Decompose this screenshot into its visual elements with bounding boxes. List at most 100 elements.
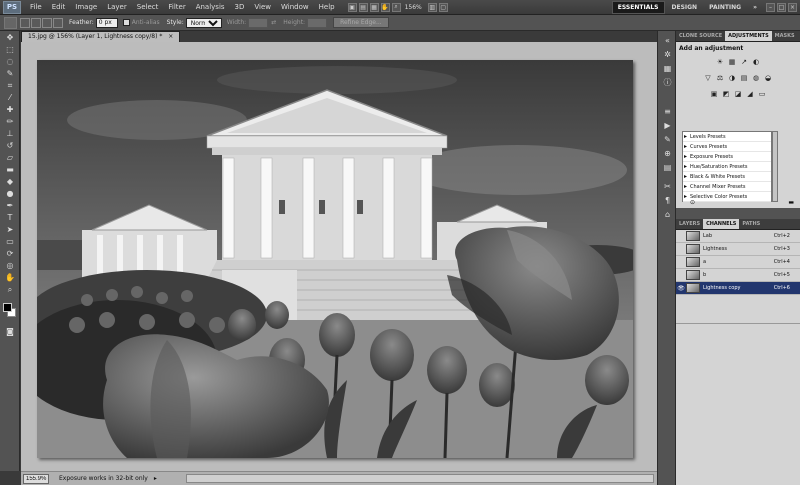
clone-stamp-tool-icon[interactable]: ⊥ [3, 128, 17, 139]
workspace-design[interactable]: DESIGN [667, 2, 703, 13]
preset-black-white[interactable]: Black & White Presets [683, 172, 771, 182]
tab-paths[interactable]: PATHS [739, 219, 763, 229]
exposure-icon[interactable]: ◐ [751, 58, 761, 67]
minimize-button[interactable]: – [766, 3, 775, 12]
crop-tool-icon[interactable]: ⌗ [3, 80, 17, 91]
menu-layer[interactable]: Layer [102, 3, 132, 11]
document-image[interactable] [37, 60, 633, 458]
refine-edge-button[interactable]: Refine Edge... [333, 17, 389, 28]
style-select[interactable]: Normal [185, 17, 222, 28]
character-panel-icon[interactable]: ✂ [661, 181, 674, 192]
view-extras-icon[interactable]: ▦ [369, 2, 379, 12]
eraser-tool-icon[interactable]: ▱ [3, 152, 17, 163]
channel-mixer-icon[interactable]: ◒ [763, 74, 773, 83]
presets-scrollbar[interactable] [772, 131, 778, 202]
3d-rotate-tool-icon[interactable]: ⟳ [3, 248, 17, 259]
intersect-selection-icon[interactable] [53, 17, 63, 28]
clone-source-panel-icon[interactable]: ⊕ [661, 148, 674, 159]
swap-icon[interactable]: ⇄ [271, 19, 276, 26]
collapse-panels-icon[interactable]: « [661, 35, 674, 46]
brush-tool-icon[interactable]: ✏ [3, 116, 17, 127]
status-menu-arrow[interactable]: ▸ [154, 475, 157, 482]
new-selection-icon[interactable] [20, 17, 30, 28]
menu-file[interactable]: File [25, 3, 47, 11]
hue-saturation-icon[interactable]: ⚖ [715, 74, 725, 83]
document-tab[interactable]: 15.jpg @ 156% (Layer 1, Lightness copy/8… [21, 31, 181, 42]
info-panel-icon[interactable]: ⓘ [661, 77, 674, 88]
paragraph-panel-icon[interactable]: ¶ [661, 195, 674, 206]
marquee-tool-icon[interactable]: ⬚ [3, 44, 17, 55]
channel-row[interactable]: a Ctrl+4 [676, 256, 800, 269]
menu-image[interactable]: Image [70, 3, 102, 11]
eye-icon[interactable]: 👁 [676, 285, 686, 292]
black-white-icon[interactable]: ▤ [739, 74, 749, 83]
quick-mask-icon[interactable]: ◙ [3, 326, 17, 337]
path-select-tool-icon[interactable]: ➤ [3, 224, 17, 235]
brightness-contrast-icon[interactable]: ☀ [715, 58, 725, 67]
swatches-panel-icon[interactable]: ▦ [661, 63, 674, 74]
workspace-painting[interactable]: PAINTING [704, 2, 746, 13]
levels-icon[interactable]: ▦ [727, 58, 737, 67]
workspace-essentials[interactable]: ESSENTIALS [611, 1, 665, 14]
move-tool-icon[interactable]: ✥ [3, 32, 17, 43]
horizontal-scrollbar[interactable] [186, 474, 654, 483]
tool-presets-panel-icon[interactable]: ▤ [661, 162, 674, 173]
feather-input[interactable] [95, 17, 118, 28]
tab-clone-source[interactable]: CLONE SOURCE [676, 31, 725, 41]
channel-row[interactable]: Lab Ctrl+2 [676, 230, 800, 243]
menu-analysis[interactable]: Analysis [191, 3, 230, 11]
preset-channel-mixer[interactable]: Channel Mixer Presets [683, 182, 771, 192]
history-panel-icon[interactable]: ≡ [661, 106, 674, 117]
vibrance-icon[interactable]: ▽ [703, 74, 713, 83]
arrange-docs-icon[interactable]: ▥ [427, 2, 437, 12]
preset-hue-saturation[interactable]: Hue/Saturation Presets [683, 162, 771, 172]
menu-view[interactable]: View [249, 3, 276, 11]
menu-select[interactable]: Select [132, 3, 164, 11]
hand-tool-icon[interactable]: ✋ [3, 272, 17, 283]
document-close-icon[interactable]: × [168, 33, 173, 40]
screen-mode-icon[interactable]: ▢ [438, 2, 448, 12]
add-selection-icon[interactable] [31, 17, 41, 28]
brush-panel-icon[interactable]: ✎ [661, 134, 674, 145]
tab-layers[interactable]: LAYERS [676, 219, 703, 229]
maximize-button[interactable]: □ [777, 3, 786, 12]
channel-row[interactable]: b Ctrl+5 [676, 269, 800, 282]
dodge-tool-icon[interactable]: ● [3, 188, 17, 199]
3d-orbit-tool-icon[interactable]: ◎ [3, 260, 17, 271]
height-input[interactable] [307, 17, 328, 28]
posterize-icon[interactable]: ◩ [721, 90, 731, 99]
actions-panel-icon[interactable]: ▶ [661, 120, 674, 131]
preset-exposure[interactable]: Exposure Presets [683, 152, 771, 162]
tab-adjustments[interactable]: ADJUSTMENTS [725, 31, 772, 41]
history-brush-tool-icon[interactable]: ↺ [3, 140, 17, 151]
healing-tool-icon[interactable]: ✚ [3, 104, 17, 115]
close-button[interactable]: × [788, 3, 797, 12]
hand-tool-icon[interactable]: ✋ [380, 2, 390, 12]
status-zoom-input[interactable] [23, 473, 49, 484]
blur-tool-icon[interactable]: ◆ [3, 176, 17, 187]
tool-preset-icon[interactable] [4, 16, 17, 29]
tab-masks[interactable]: MASKS [772, 31, 798, 41]
invert-icon[interactable]: ▣ [709, 90, 719, 99]
gradient-tool-icon[interactable]: ▬ [3, 164, 17, 175]
type-tool-icon[interactable]: T [3, 212, 17, 223]
width-input[interactable] [248, 17, 269, 28]
clip-to-layer-icon[interactable]: ⊙ [690, 199, 695, 207]
selective-color-icon[interactable]: ▭ [757, 90, 767, 99]
notes-panel-icon[interactable]: ⌂ [661, 209, 674, 220]
minibridge-icon[interactable]: ▤ [358, 2, 368, 12]
gradient-map-icon[interactable]: ◢ [745, 90, 755, 99]
foreground-color-swatch[interactable] [3, 303, 12, 312]
zoom-level[interactable]: 156% [405, 4, 422, 11]
antialias-checkbox[interactable] [122, 19, 130, 26]
menu-window[interactable]: Window [276, 3, 314, 11]
channel-row[interactable]: Lightness Ctrl+3 [676, 243, 800, 256]
menu-help[interactable]: Help [314, 3, 340, 11]
adjustments-delete-icon[interactable]: ▬ [788, 199, 794, 207]
shape-tool-icon[interactable]: ▭ [3, 236, 17, 247]
pen-tool-icon[interactable]: ✒ [3, 200, 17, 211]
curves-icon[interactable]: ↗ [739, 58, 749, 67]
zoom-tool-icon[interactable]: ⌕ [3, 284, 17, 295]
menu-edit[interactable]: Edit [47, 3, 71, 11]
tab-channels[interactable]: CHANNELS [703, 219, 740, 229]
